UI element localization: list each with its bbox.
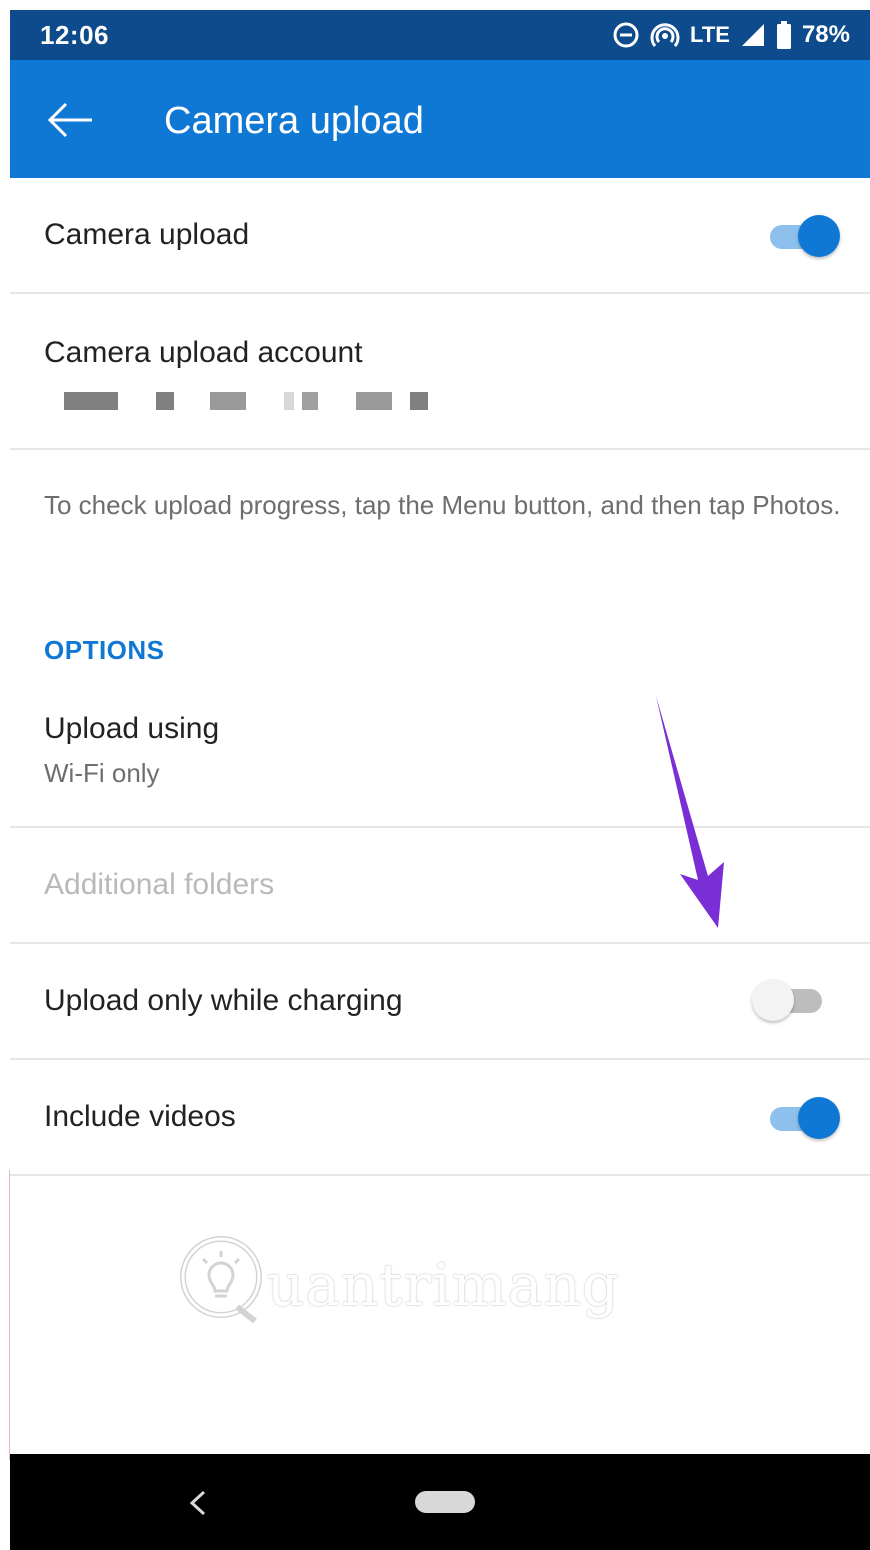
camera-upload-row[interactable]: Camera upload [10,178,870,294]
camera-upload-label: Camera upload [44,218,250,251]
app-bar: Camera upload [10,60,870,178]
purple-arrow-icon [656,696,724,928]
include-videos-toggle[interactable] [768,1096,840,1140]
screen: 12:06 LTE 78% Camera upload Camera uploa… [10,10,870,1550]
do-not-disturb-icon [613,22,639,48]
toggle-thumb [752,979,794,1021]
include-videos-label: Include videos [44,1100,236,1133]
upload-using-label: Upload using [44,712,220,745]
signal-icon [741,24,764,46]
battery-percent: 78% [801,21,850,48]
additional-folders-label: Additional folders [44,868,275,901]
upload-charging-label: Upload only while charging [44,984,403,1017]
status-time: 12:06 [40,20,109,50]
upload-charging-row[interactable]: Upload only while charging [10,944,870,1060]
account-label: Camera upload account [44,336,363,369]
page-title: Camera upload [164,100,424,142]
upload-using-value: Wi-Fi only [44,758,160,788]
camera-upload-account-row[interactable]: Camera upload account [10,294,870,450]
upload-charging-toggle[interactable] [752,978,824,1022]
status-icons: LTE 78% [612,18,850,52]
options-header: OPTIONS [44,635,165,665]
nav-home-pill-icon[interactable] [415,1491,475,1513]
battery-icon [776,21,791,49]
status-bar: 12:06 LTE 78% [10,10,870,60]
watermark: uantrimang [175,1225,625,1335]
toggle-thumb [798,1097,840,1139]
back-arrow-icon[interactable] [46,100,96,140]
nav-back-icon[interactable] [188,1488,208,1518]
camera-upload-toggle[interactable] [768,214,840,258]
network-type: LTE [690,22,730,47]
lightbulb-logo-icon [180,1236,262,1324]
hotspot-icon [650,23,680,47]
additional-folders-row: Additional folders [10,828,870,944]
navigation-bar [10,1454,870,1550]
upload-using-row[interactable]: Upload using Wi-Fi only [10,690,870,828]
upload-progress-info: To check upload progress, tap the Menu b… [44,490,841,520]
include-videos-row[interactable]: Include videos [10,1060,870,1176]
watermark-text: uantrimang [267,1251,620,1319]
frame-edge [9,1170,10,1460]
toggle-thumb [798,215,840,257]
